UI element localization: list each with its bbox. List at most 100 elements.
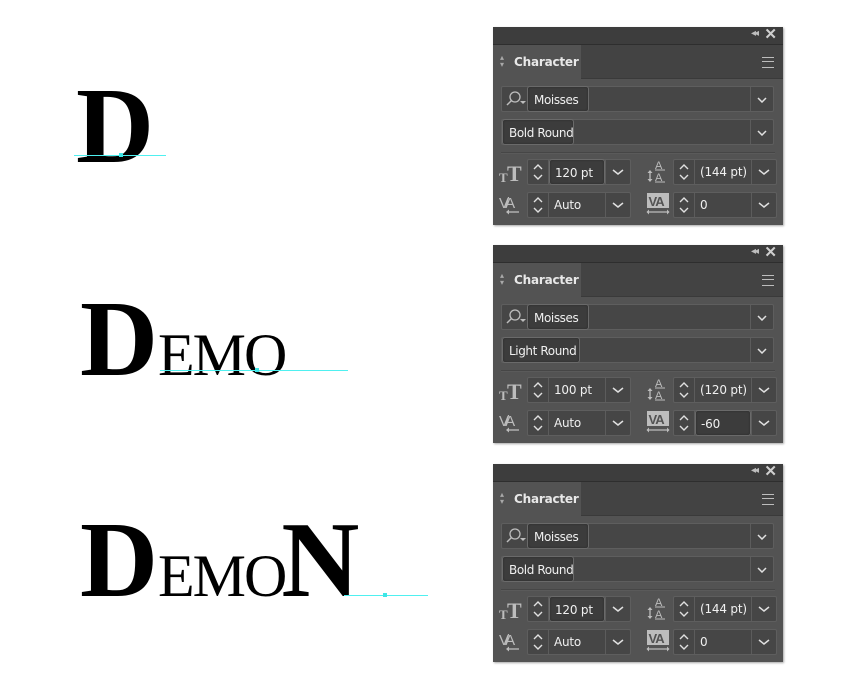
- font-size-field[interactable]: 120 pt: [527, 159, 631, 185]
- tab-character[interactable]: ▴ ▾ Character: [493, 263, 581, 297]
- font-family-select[interactable]: Moisses: [501, 86, 774, 112]
- font-family-select[interactable]: Moisses: [501, 304, 774, 330]
- character-panel: ◂◂ ✕ ▴ ▾ Character Moisses Light Round T…: [493, 243, 783, 443]
- font-family-input[interactable]: Moisses: [527, 304, 589, 330]
- tab-character[interactable]: ▴ ▾ Character: [493, 45, 581, 79]
- leading-input[interactable]: (144 pt): [695, 160, 751, 184]
- chevron-down-icon[interactable]: [757, 315, 767, 321]
- font-style-select[interactable]: Bold Round: [501, 556, 774, 582]
- font-size-icon: T T: [499, 161, 522, 185]
- chevron-down-icon[interactable]: [751, 160, 776, 184]
- anchor-point: [119, 153, 123, 157]
- search-icon[interactable]: [505, 90, 527, 108]
- double-chevron-left-icon[interactable]: ◂◂: [751, 28, 759, 39]
- stepper-arrows-icon[interactable]: [528, 378, 549, 402]
- divider: [750, 338, 751, 362]
- stepper-arrows-icon[interactable]: [674, 193, 695, 217]
- font-style-input[interactable]: Bold Round: [502, 119, 574, 145]
- stepper-arrows-icon[interactable]: [528, 630, 549, 654]
- leading-field[interactable]: (144 pt): [673, 159, 777, 185]
- tab-expand-arrows-icon[interactable]: ▴ ▾: [500, 491, 504, 506]
- font-style-select[interactable]: Bold Round: [501, 119, 774, 145]
- chevron-down-icon[interactable]: [605, 378, 630, 402]
- tracking-field[interactable]: -60: [673, 410, 777, 436]
- font-style-input[interactable]: Bold Round: [502, 556, 574, 582]
- chevron-down-icon[interactable]: [751, 378, 776, 402]
- stepper-arrows-icon[interactable]: [528, 597, 549, 621]
- tab-expand-arrows-icon[interactable]: ▴ ▾: [500, 272, 504, 287]
- stepper-arrows-icon[interactable]: [674, 630, 695, 654]
- font-size-field[interactable]: 100 pt: [527, 377, 631, 403]
- stepper-arrows-icon[interactable]: [528, 193, 549, 217]
- chevron-down-icon[interactable]: [757, 534, 767, 540]
- chevron-down-icon[interactable]: [605, 630, 630, 654]
- chevron-down-icon[interactable]: [751, 630, 776, 654]
- section-divider: [501, 589, 775, 591]
- stepper-arrows-icon[interactable]: [674, 160, 695, 184]
- leading-input[interactable]: (120 pt): [695, 378, 751, 402]
- panel-title-bar[interactable]: ◂◂ ✕: [493, 462, 783, 482]
- tracking-input[interactable]: 0: [695, 630, 751, 654]
- stepper-arrows-icon[interactable]: [528, 160, 549, 184]
- font-size-field[interactable]: 120 pt: [527, 596, 631, 622]
- chevron-down-icon[interactable]: [757, 348, 767, 354]
- search-icon[interactable]: [505, 527, 527, 545]
- tracking-field[interactable]: 0: [673, 192, 777, 218]
- panel-title-bar[interactable]: ◂◂ ✕: [493, 25, 783, 45]
- chevron-down-icon[interactable]: [605, 597, 630, 621]
- font-size-icon: T T: [499, 379, 522, 403]
- kerning-input[interactable]: Auto: [549, 630, 605, 654]
- font-family-select[interactable]: Moisses: [501, 523, 774, 549]
- leading-field[interactable]: (144 pt): [673, 596, 777, 622]
- tab-expand-arrows-icon[interactable]: ▴ ▾: [500, 54, 504, 69]
- font-style-select[interactable]: Light Round: [501, 337, 774, 363]
- font-family-input[interactable]: Moisses: [527, 86, 589, 112]
- chevron-down-icon[interactable]: [751, 193, 776, 217]
- kerning-input[interactable]: Auto: [549, 411, 605, 435]
- chevron-down-icon[interactable]: [757, 567, 767, 573]
- chevron-down-icon[interactable]: [757, 97, 767, 103]
- character-panel: ◂◂ ✕ ▴ ▾ Character Moisses Bold Round T …: [493, 462, 783, 662]
- font-style-input[interactable]: Light Round: [502, 337, 580, 363]
- search-icon[interactable]: [505, 308, 527, 326]
- close-icon[interactable]: ✕: [764, 243, 777, 261]
- kerning-field[interactable]: Auto: [527, 410, 631, 436]
- chevron-down-icon[interactable]: [757, 130, 767, 136]
- kerning-field[interactable]: Auto: [527, 629, 631, 655]
- tracking-field[interactable]: 0: [673, 629, 777, 655]
- stepper-arrows-icon[interactable]: [674, 378, 695, 402]
- demo-word: DEMO: [80, 286, 287, 394]
- chevron-down-icon[interactable]: [605, 411, 630, 435]
- close-icon[interactable]: ✕: [764, 25, 777, 43]
- demo-letters-rest: EMO: [158, 543, 287, 609]
- chevron-down-icon[interactable]: [751, 411, 776, 435]
- leading-field[interactable]: (120 pt): [673, 377, 777, 403]
- hamburger-menu-icon[interactable]: [762, 494, 774, 505]
- double-chevron-left-icon[interactable]: ◂◂: [751, 246, 759, 257]
- tracking-input[interactable]: 0: [695, 193, 751, 217]
- stepper-arrows-icon[interactable]: [528, 411, 549, 435]
- font-family-input[interactable]: Moisses: [527, 523, 589, 549]
- section-divider: [501, 152, 775, 154]
- chevron-down-icon[interactable]: [605, 193, 630, 217]
- panel-title-bar[interactable]: ◂◂ ✕: [493, 243, 783, 263]
- stepper-arrows-icon[interactable]: [674, 411, 695, 435]
- kerning-field[interactable]: Auto: [527, 192, 631, 218]
- tracking-input[interactable]: -60: [695, 410, 751, 436]
- font-size-input[interactable]: 120 pt: [549, 596, 605, 622]
- font-size-input[interactable]: 100 pt: [549, 378, 605, 402]
- tab-character[interactable]: ▴ ▾ Character: [493, 482, 581, 516]
- font-size-input[interactable]: 120 pt: [549, 159, 605, 185]
- tab-label: Character: [514, 273, 579, 287]
- demo-text-d: D: [0, 40, 480, 240]
- stepper-arrows-icon[interactable]: [674, 597, 695, 621]
- double-chevron-left-icon[interactable]: ◂◂: [751, 465, 759, 476]
- svg-text:V/A: V/A: [499, 195, 515, 212]
- hamburger-menu-icon[interactable]: [762, 57, 774, 68]
- chevron-down-icon[interactable]: [751, 597, 776, 621]
- hamburger-menu-icon[interactable]: [762, 275, 774, 286]
- chevron-down-icon[interactable]: [605, 160, 630, 184]
- kerning-input[interactable]: Auto: [549, 193, 605, 217]
- close-icon[interactable]: ✕: [764, 462, 777, 480]
- leading-input[interactable]: (144 pt): [695, 597, 751, 621]
